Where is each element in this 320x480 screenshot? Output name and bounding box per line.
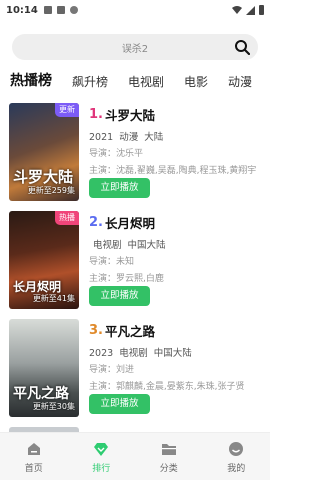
battery-icon	[259, 5, 264, 15]
nav-ranking[interactable]: 排行	[68, 433, 136, 480]
category-tabs: 热播榜 飙升榜 电视剧 电影 动漫 综	[0, 66, 270, 96]
poster-title: 平凡之路	[13, 386, 69, 402]
rank-number: 2.	[89, 214, 103, 230]
status-badge: 热播	[55, 211, 79, 225]
item-title[interactable]: 1. 斗罗大陆	[89, 105, 267, 123]
meta-year: 2021	[89, 132, 114, 143]
wifi-icon	[232, 6, 242, 14]
nav-home[interactable]: 首页	[0, 433, 68, 480]
poster-title: 斗罗大陆	[13, 168, 74, 186]
director: 导演：未知	[89, 257, 135, 266]
item-meta: 电视剧 中国大陆	[89, 237, 267, 251]
director: 导演：沈乐平	[89, 149, 144, 158]
tab-hot[interactable]: 热播榜	[10, 70, 52, 96]
list-item[interactable]: 平凡之路 更新至30集 3. 平凡之路 2023 电视剧 中国大陆 导演：刘进 主演…	[0, 316, 270, 426]
cast: 主演：郭麒麟,金晨,晏紫东,朱珠,张子贤	[89, 382, 245, 391]
nav-category[interactable]: 分类	[135, 433, 203, 480]
bottom-nav: 首页 排行 分类 我的	[0, 432, 270, 480]
face-icon	[229, 442, 244, 456]
home-icon	[27, 443, 40, 455]
tab-tv[interactable]: 电视剧	[128, 73, 164, 96]
cast: 主演：罗云熙,白鹿	[89, 274, 164, 283]
update-label: 更新至259集	[27, 186, 75, 195]
meta-region: 中国大陆	[127, 240, 166, 251]
meta-region: 大陆	[144, 132, 164, 143]
nav-label: 分类	[159, 464, 178, 474]
item-meta: 2021 动漫 大陆	[89, 129, 267, 143]
poster[interactable]: 更新 斗罗大陆 更新至259集	[9, 103, 79, 201]
nav-label: 排行	[92, 464, 111, 474]
meta-type: 动漫	[119, 132, 139, 143]
search-bar[interactable]: 误杀2	[12, 34, 258, 60]
play-button[interactable]: 立即播放	[89, 178, 150, 198]
play-button[interactable]: 立即播放	[89, 286, 150, 306]
status-bar: 10:14	[0, 0, 270, 20]
meta-region: 中国大陆	[153, 348, 192, 359]
diamond-icon	[94, 443, 109, 456]
rank-number: 1.	[89, 106, 103, 122]
poster[interactable]: 热播 长月烬明 更新至41集	[9, 211, 79, 309]
status-badge: 更新	[55, 103, 79, 117]
meta-type: 电视剧	[119, 348, 148, 359]
signal-icon	[246, 5, 255, 15]
nav-profile[interactable]: 我的	[203, 433, 271, 480]
update-label: 更新至41集	[32, 294, 75, 303]
tab-rising[interactable]: 飙升榜	[72, 73, 108, 96]
title-text: 长月烬明	[104, 215, 155, 231]
tab-movie[interactable]: 电影	[184, 73, 208, 96]
status-time: 10:14	[6, 4, 38, 16]
search-placeholder: 误杀2	[121, 43, 149, 55]
notification-icon	[43, 6, 52, 14]
meta-type: 电视剧	[93, 240, 122, 251]
poster[interactable]: 平凡之路 更新至30集	[9, 319, 79, 417]
nav-label: 首页	[24, 464, 43, 474]
meta-year: 2023	[89, 348, 114, 359]
item-meta: 2023 电视剧 中国大陆	[89, 345, 267, 359]
play-button[interactable]: 立即播放	[89, 394, 150, 414]
nav-label: 我的	[227, 464, 246, 474]
title-text: 平凡之路	[104, 323, 155, 339]
title-text: 斗罗大陆	[104, 107, 155, 123]
app-icon	[69, 6, 78, 14]
list-item[interactable]: 热播 长月烬明 更新至41集 2. 长月烬明 电视剧 中国大陆 导演：未知 主演：…	[0, 208, 270, 318]
cast: 主演：沈磊,翟巍,吴磊,陶典,程玉珠,黄翔宇	[89, 166, 257, 175]
rank-number: 3.	[89, 322, 103, 338]
item-title[interactable]: 2. 长月烬明	[89, 213, 267, 231]
list-item[interactable]: 更新 斗罗大陆 更新至259集 1. 斗罗大陆 2021 动漫 大陆 导演：沈乐平 …	[0, 100, 270, 210]
image-icon	[56, 6, 65, 14]
item-title[interactable]: 3. 平凡之路	[89, 321, 267, 339]
tab-anime[interactable]: 动漫	[228, 73, 252, 96]
search-icon[interactable]	[234, 39, 250, 55]
director: 导演：刘进	[89, 365, 135, 374]
update-label: 更新至30集	[32, 402, 75, 411]
folder-icon	[161, 444, 176, 455]
